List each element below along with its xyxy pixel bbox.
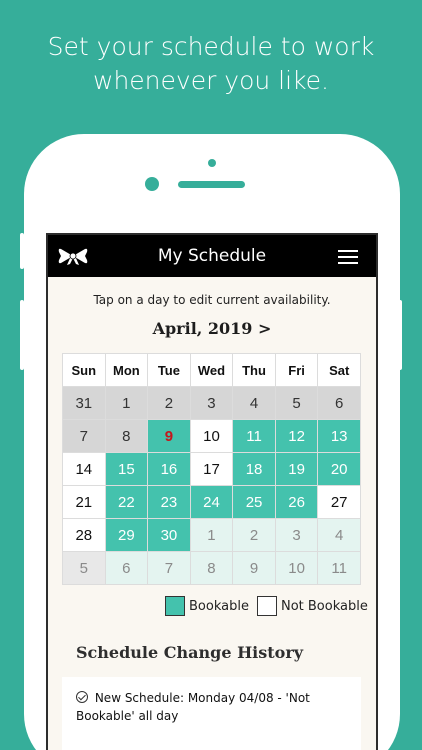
history-entry-line-2: Bookable' all day [76,709,179,723]
phone-camera [145,177,159,191]
calendar-day[interactable]: 30 [147,518,191,552]
calendar-day[interactable]: 10 [189,419,234,453]
instruction-text: Tap on a day to edit current availabilit… [93,293,331,307]
legend: Bookable Not Bookable [165,596,368,616]
calendar-day[interactable]: 10 [274,551,319,585]
calendar-day[interactable]: 26 [274,485,319,519]
weekday-header-row: Sun Mon Tue Wed Thu Fri Sat [62,353,361,387]
weekday-header: Tue [147,353,191,387]
calendar-week-row: 21 22 23 24 25 26 27 [62,485,361,519]
calendar-day[interactable]: 18 [232,452,276,486]
history-entry: New Schedule: Monday 04/08 - 'Not [76,689,347,707]
calendar-day[interactable]: 24 [189,485,234,519]
calendar-day[interactable]: 22 [104,485,149,519]
calendar-day[interactable]: 16 [147,452,191,486]
phone-sensor [208,159,216,167]
weekday-header: Fri [274,353,319,387]
month-selector[interactable]: April, 2019 > [48,319,376,341]
calendar-week-row: 14 15 16 17 18 19 20 [62,452,361,486]
history-card: New Schedule: Monday 04/08 - 'Not Bookab… [62,677,361,750]
calendar-day[interactable]: 23 [147,485,191,519]
calendar-day[interactable]: 9 [232,551,276,585]
calendar-day[interactable]: 1 [104,386,149,420]
history-entry-line-1: New Schedule: Monday 04/08 - 'Not [94,691,310,705]
app-screen: My Schedule Tap on a day to edit current… [46,233,378,750]
calendar-day[interactable]: 31 [62,386,106,420]
calendar-day[interactable]: 13 [317,419,361,453]
calendar-grid: Sun Mon Tue Wed Thu Fri Sat 31 1 2 3 4 5 6 7 8 9 10 11 12 1… [62,353,361,585]
calendar-week-row: 5 6 7 8 9 10 11 [62,551,361,585]
calendar-week-row: 31 1 2 3 4 5 6 [62,386,361,420]
calendar-day[interactable]: 29 [104,518,149,552]
calendar-day[interactable]: 6 [104,551,149,585]
calendar-day[interactable]: 14 [62,452,106,486]
calendar-day[interactable]: 5 [62,551,106,585]
calendar-day[interactable]: 2 [147,386,191,420]
check-circle-icon [76,691,88,703]
weekday-header: Sat [317,353,361,387]
not-bookable-swatch [256,596,277,616]
calendar-day[interactable]: 7 [62,419,106,453]
headline-line-2: whenever you like. [93,66,329,95]
calendar-day[interactable]: 4 [317,518,361,552]
hamburger-menu-icon[interactable] [338,250,358,264]
calendar-day[interactable]: 3 [189,386,234,420]
calendar-day[interactable]: 4 [232,386,276,420]
calendar-day[interactable]: 15 [104,452,149,486]
calendar-day[interactable]: 2 [232,518,276,552]
weekday-header: Sun [62,353,106,387]
bookable-swatch [165,596,185,616]
calendar-day[interactable]: 17 [189,452,234,486]
nav-bar: My Schedule [48,235,376,277]
calendar-day[interactable]: 19 [274,452,319,486]
weekday-header: Mon [104,353,149,387]
not-bookable-legend-label: Not Bookable [280,598,368,614]
calendar-day[interactable]: 7 [147,551,191,585]
calendar-day[interactable]: 11 [317,551,361,585]
calendar-day[interactable]: 28 [62,518,106,552]
promo-headline: Set your schedule to work whenever you l… [0,30,422,98]
calendar-day[interactable]: 11 [232,419,276,453]
phone-speaker [178,181,245,188]
calendar-day[interactable]: 5 [274,386,319,420]
calendar-day[interactable]: 8 [104,419,149,453]
weekday-header: Thu [232,353,276,387]
calendar-day[interactable]: 3 [274,518,319,552]
calendar-day[interactable]: 20 [317,452,361,486]
calendar-day[interactable]: 27 [317,485,361,519]
calendar-day[interactable]: 6 [317,386,361,420]
calendar-week-row: 28 29 30 1 2 3 4 [62,518,361,552]
history-title: Schedule Change History [76,643,304,662]
calendar-week-row: 7 8 9 10 11 12 13 [62,419,361,453]
calendar-day[interactable]: 12 [274,419,319,453]
calendar-day-today[interactable]: 9 [147,419,191,453]
page-title: My Schedule [157,246,267,266]
bookable-legend-label: Bookable [189,598,249,614]
calendar-day[interactable]: 25 [232,485,276,519]
calendar-day[interactable]: 1 [189,518,234,552]
headline-line-1: Set your schedule to work [47,32,375,61]
calendar-day[interactable]: 21 [62,485,106,519]
calendar-day[interactable]: 8 [189,551,234,585]
weekday-header: Wed [189,353,234,387]
